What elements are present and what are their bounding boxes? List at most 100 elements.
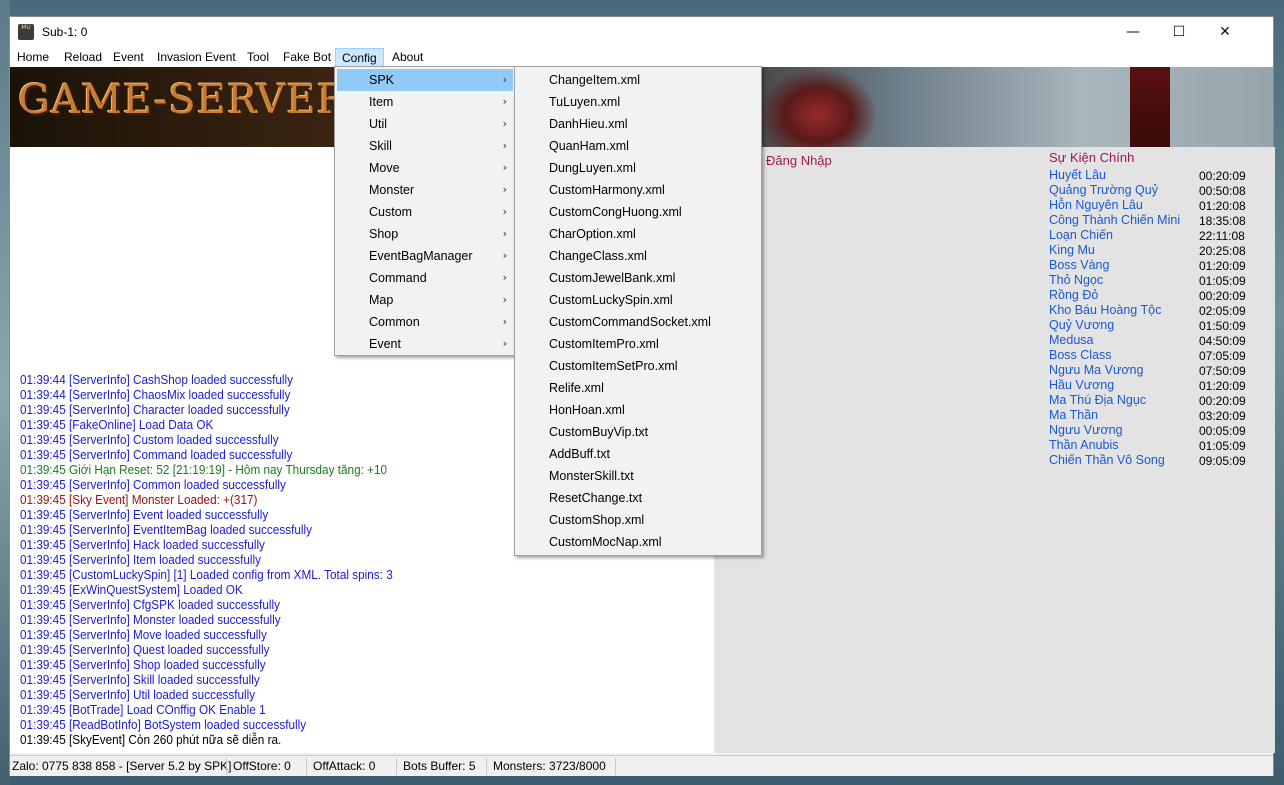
event-name: Loạn Chiến [1049,228,1113,242]
log-line: 01:39:44 [ServerInfo] CashShop loaded su… [20,373,294,387]
menu-tool[interactable]: Tool [241,48,275,67]
config-menu-item-item[interactable]: Item › [337,91,513,113]
config-menu-item-common[interactable]: Common › [337,311,513,333]
chevron-right-icon: › [502,95,507,108]
chevron-right-icon: › [502,227,507,240]
spk-submenu-item[interactable]: CustomItemPro.xml [517,333,759,355]
event-name: Hầu Vương [1049,378,1115,392]
log-line: 01:39:45 [FakeOnline] Load Data OK [20,418,214,432]
events-title: Sự Kiện Chính [1049,150,1135,165]
minimize-button[interactable]: — [1110,17,1156,47]
app-icon: MU [18,24,34,40]
log-line: 01:39:45 [ServerInfo] Item loaded succes… [20,553,262,567]
log-line: 01:39:45 [ServerInfo] Event loaded succe… [20,508,269,522]
event-time: 04:50:09 [1199,334,1246,348]
spk-submenu-item[interactable]: CustomShop.xml [517,509,759,531]
event-time: 01:20:09 [1199,379,1246,393]
log-line: 01:39:45 [CustomLuckySpin] [1] Loaded co… [20,568,393,582]
spk-submenu-item[interactable]: DungLuyen.xml [517,157,759,179]
config-menu-item-skill[interactable]: Skill › [337,135,513,157]
config-menu-item-label: Skill [369,139,392,153]
menu-event[interactable]: Event [107,48,150,67]
spk-submenu-item[interactable]: CustomMocNap.xml [517,531,759,553]
event-name: Kho Báu Hoàng Tộc [1049,303,1162,317]
spk-submenu-item[interactable]: CustomLuckySpin.xml [517,289,759,311]
event-name: Ma Thú Địa Ngục [1049,393,1147,407]
menu-fake-bot[interactable]: Fake Bot [277,48,337,67]
event-name: Công Thành Chiến Mini [1049,213,1181,227]
config-menu-item-label: Command [369,271,427,285]
spk-submenu-item[interactable]: TuLuyen.xml [517,91,759,113]
menu-config[interactable]: Config [335,48,384,67]
spk-submenu-item[interactable]: ResetChange.txt [517,487,759,509]
config-menu-item-label: Item [369,95,394,109]
chevron-right-icon: › [502,73,507,86]
config-menu-item-monster[interactable]: Monster › [337,179,513,201]
event-name: Boss Class [1049,348,1112,362]
config-menu-item-spk[interactable]: SPK › [337,69,513,91]
chevron-right-icon: › [502,293,507,306]
config-menu-item-shop[interactable]: Shop › [337,223,513,245]
chevron-right-icon: › [502,117,507,130]
spk-submenu-item[interactable]: CustomCongHuong.xml [517,201,759,223]
event-time: 09:05:09 [1199,454,1246,468]
spk-submenu-item[interactable]: AddBuff.txt [517,443,759,465]
spk-submenu-item[interactable]: ChangeItem.xml [517,69,759,91]
event-time: 01:05:09 [1199,274,1246,288]
menu-home[interactable]: Home [11,48,55,67]
spk-submenu-item[interactable]: CustomCommandSocket.xml [517,311,759,333]
event-time: 01:50:09 [1199,319,1246,333]
event-time: 07:05:09 [1199,349,1246,363]
spk-submenu-item[interactable]: ChangeClass.xml [517,245,759,267]
config-menu-item-custom[interactable]: Custom › [337,201,513,223]
config-menu-item-move[interactable]: Move › [337,157,513,179]
chevron-right-icon: › [502,161,507,174]
banner-logo: GAME-SERVER 5 [18,77,388,123]
spk-submenu-item[interactable]: CustomItemSetPro.xml [517,355,759,377]
spk-submenu-item[interactable]: QuanHam.xml [517,135,759,157]
config-menu-item-map[interactable]: Map › [337,289,513,311]
menu-invasion-event[interactable]: Invasion Event [151,48,242,67]
config-menu-item-command[interactable]: Command › [337,267,513,289]
log-line: 01:39:45 [ServerInfo] Custom loaded succ… [20,433,279,447]
status-separator [226,758,227,775]
event-name: Quỷ Vương [1049,318,1115,332]
spk-submenu-item[interactable]: CustomHarmony.xml [517,179,759,201]
event-time: 00:20:09 [1199,289,1246,303]
event-time: 00:20:09 [1199,394,1246,408]
config-menu-item-event[interactable]: Event › [337,333,513,355]
event-name: Ngưu Vương [1049,423,1123,437]
log-line: 01:39:45 [ServerInfo] Skill loaded succe… [20,673,260,687]
event-time: 01:20:09 [1199,259,1246,273]
event-time: 01:20:08 [1199,199,1246,213]
config-menu-item-eventbagmanager[interactable]: EventBagManager › [337,245,513,267]
log-line: 01:39:45 [ReadBotInfo] BotSystem loaded … [20,718,307,732]
config-menu-item-label: Shop [369,227,399,241]
spk-submenu-item[interactable]: CustomBuyVip.txt [517,421,759,443]
menu-about[interactable]: About [386,48,429,67]
close-button[interactable]: ✕ [1202,17,1248,47]
config-menu-item-util[interactable]: Util › [337,113,513,135]
spk-submenu-item[interactable]: DanhHieu.xml [517,113,759,135]
chevron-right-icon: › [502,205,507,218]
status-offstore: OffStore: 0 [233,759,291,773]
config-menu-item-label: Util [369,117,388,131]
event-name: Chiến Thần Vô Song [1049,453,1165,467]
log-line: 01:39:45 [ServerInfo] Character loaded s… [20,403,290,417]
banner-character-art [758,67,878,147]
config-dropdown-menu: SPK › Item › Util › Skill › Move › Monster › Custom ›… [334,66,516,356]
spk-submenu-item[interactable]: CharOption.xml [517,223,759,245]
event-time: 02:05:09 [1199,304,1246,318]
log-line: 01:39:45 [ServerInfo] Common loaded succ… [20,478,286,492]
spk-submenu-item[interactable]: HonHoan.xml [517,399,759,421]
spk-submenu-item[interactable]: MonsterSkill.txt [517,465,759,487]
config-menu-item-label: Custom [369,205,413,219]
title-bar[interactable]: MU Sub-1: 0 — ☐ ✕ [10,17,1273,47]
maximize-button[interactable]: ☐ [1156,17,1202,47]
event-name: Huyết Lâu [1049,168,1106,182]
chevron-right-icon: › [502,271,507,284]
menu-reload[interactable]: Reload [58,48,108,67]
spk-submenu-item[interactable]: CustomJewelBank.xml [517,267,759,289]
spk-submenu-item[interactable]: Relife.xml [517,377,759,399]
log-line: 01:39:45 [ServerInfo] Monster loaded suc… [20,613,281,627]
